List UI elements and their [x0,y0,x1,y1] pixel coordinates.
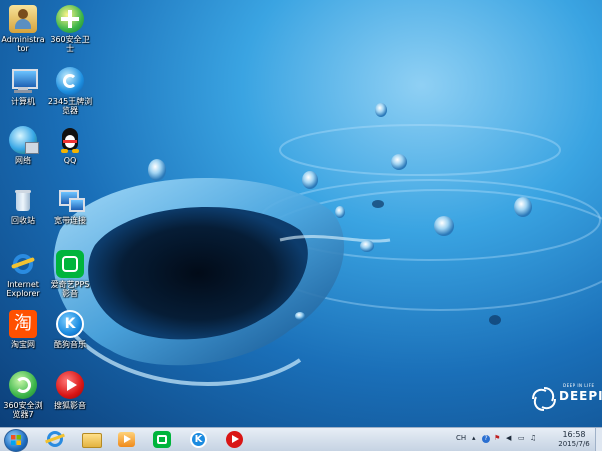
360-guard-icon [56,5,84,33]
deepin-brand-logo: DEEP IN LIFE DEEPI [530,381,602,417]
sohu-video-icon [226,431,243,448]
desktop-icon-iqiyi[interactable]: 爱奇艺PPS 影音 [47,250,93,298]
media-player-icon [118,432,135,447]
desktop-icon-computer[interactable]: 计算机 [0,67,46,106]
desktop-icon-administrator[interactable]: Administrator [0,5,46,53]
kugou-icon: K [56,310,84,338]
desktop-icon-qq[interactable]: QQ [47,126,93,165]
taskbar-sohu-video-button[interactable] [222,430,248,449]
network-tray-icon[interactable]: ▭ [518,434,525,442]
taskbar-media-player-button[interactable] [114,430,140,449]
desktop-icon-taobao[interactable]: 淘 淘宝网 [0,310,46,349]
broadband-icon [56,186,85,214]
clock-date[interactable]: 2015/7/6 [552,440,596,448]
qq-penguin-icon [56,126,84,154]
windows-logo-icon [11,435,21,445]
flag-icon[interactable]: ⚑ [494,434,500,442]
iqiyi-icon [153,431,171,448]
desktop-icon-network[interactable]: 网络 [0,126,46,165]
input-language-indicator[interactable]: CH [456,434,466,442]
2345-browser-icon [56,67,84,95]
desktop-icon-2345-browser[interactable]: 2345王牌浏览器 [47,67,93,115]
iqiyi-icon [56,250,84,278]
sohu-video-icon [56,371,84,399]
speaker-icon[interactable]: ◀ [506,434,511,442]
file-explorer-icon [82,433,102,448]
desktop-icon-recycle-bin[interactable]: 回收站 [0,186,46,225]
start-button[interactable] [4,429,28,452]
desktop-icon-broadband[interactable]: 宽带连接 [47,186,93,225]
clock-time[interactable]: 16:58 [556,430,592,439]
help-icon[interactable]: ? [482,435,490,443]
recycle-bin-icon [9,186,37,214]
desktop-icon-360-guard[interactable]: 360安全卫士 [47,5,93,53]
desktop-icon-sohu-video[interactable]: 搜狐影音 [47,371,93,410]
desktop-icon-internet-explorer[interactable]: Internet Explorer [0,250,46,298]
360-browser-icon [9,371,37,399]
taskbar-ie-button[interactable] [42,430,68,449]
ie-icon [9,250,37,278]
show-desktop-button[interactable] [595,428,602,451]
system-tray: CH ▴ ? ⚑ ◀ ▭ ♫ 16:58 2015/7/6 [442,428,602,451]
taskbar-file-explorer-button[interactable] [78,430,104,449]
desktop-icon-360-browser[interactable]: 360安全浏览器7 [0,371,46,419]
deepin-swirl-icon [532,387,556,411]
kugou-icon: K [190,431,207,448]
taobao-icon: 淘 [9,310,37,338]
volume-icon[interactable]: ♫ [530,434,536,442]
taskbar: K CH ▴ ? ⚑ ◀ ▭ ♫ 16:58 2015/7/6 [0,427,602,452]
taskbar-kugou-button[interactable]: K [186,430,212,449]
network-icon [9,126,39,154]
computer-icon [9,67,38,95]
desktop-icon-kugou[interactable]: K 酷狗音乐 [47,310,93,349]
tray-expand-icon[interactable]: ▴ [472,434,476,442]
desktop[interactable]: Administrator 360安全卫士 计算机 2345王牌浏览器 网络 Q… [0,0,602,427]
taskbar-iqiyi-button[interactable] [150,430,176,449]
user-folder-icon [9,5,37,33]
